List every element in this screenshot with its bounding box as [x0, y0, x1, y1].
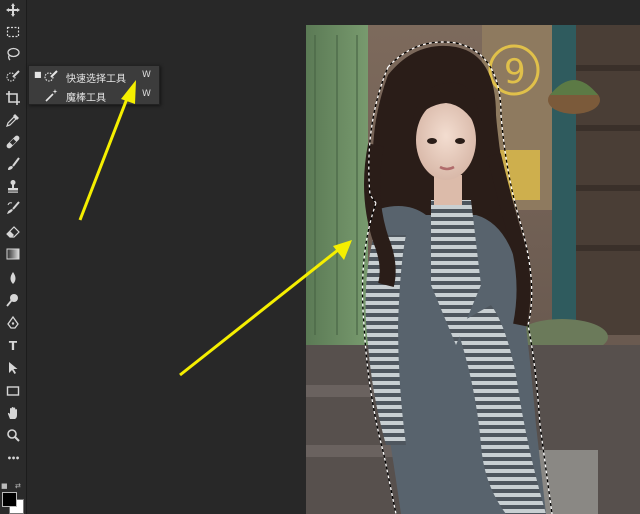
blur-tool[interactable] [3, 268, 23, 288]
eyedropper-tool[interactable] [3, 110, 23, 130]
rectangle-icon [6, 386, 20, 396]
marquee-tool[interactable] [3, 22, 23, 42]
ellipsis-icon: ••• [6, 453, 20, 463]
flyout-item-magic-wand[interactable]: 魔棒工具 W [29, 86, 159, 104]
move-tool[interactable] [3, 0, 23, 20]
eraser-tool[interactable] [3, 222, 23, 242]
zoom-tool[interactable] [3, 425, 23, 445]
history-brush-icon [7, 201, 20, 214]
arrow-cursor-icon [9, 362, 18, 374]
selected-bullet-icon: ■ [34, 70, 42, 79]
lasso-icon [7, 47, 20, 61]
quick-selection-icon [6, 70, 20, 82]
eyedropper-icon [6, 114, 19, 127]
clone-stamp-tool[interactable] [3, 176, 23, 196]
pen-icon [7, 316, 19, 329]
flyout-item-quick-selection[interactable]: ■ 快速选择工具 W [29, 67, 159, 85]
foreground-color-swatch[interactable] [2, 492, 17, 507]
more-tools[interactable]: ••• [3, 448, 23, 468]
flyout-item-shortcut: W [142, 89, 151, 99]
hand-tool[interactable] [3, 403, 23, 423]
bandage-icon [6, 135, 20, 149]
gradient-icon [6, 248, 20, 260]
default-colors-icon[interactable]: ■ [1, 482, 8, 490]
dodge-tool[interactable] [3, 290, 23, 310]
move-icon [6, 3, 20, 17]
color-swatches: ■ ⇄ [0, 482, 26, 514]
path-selection-tool[interactable] [3, 358, 23, 378]
type-tool[interactable]: T [3, 336, 23, 356]
quick-selection-icon [44, 70, 58, 82]
magic-wand-icon [45, 89, 58, 102]
lasso-tool[interactable] [3, 44, 23, 64]
document-canvas[interactable]: 9 [306, 25, 640, 514]
stamp-icon [8, 180, 18, 193]
type-icon: T [8, 339, 18, 353]
shape-tool[interactable] [3, 381, 23, 401]
tools-panel: T ••• ■ ⇄ [0, 0, 27, 514]
crop-tool[interactable] [3, 88, 23, 108]
brush-icon [8, 157, 20, 170]
healing-brush-tool[interactable] [3, 132, 23, 152]
gradient-tool[interactable] [3, 244, 23, 264]
svg-text:9: 9 [504, 52, 526, 92]
drop-icon [10, 272, 16, 284]
flyout-item-shortcut: W [142, 70, 151, 80]
quick-selection-tool[interactable] [3, 66, 23, 86]
brush-tool[interactable] [3, 154, 23, 174]
dodge-icon [6, 294, 18, 307]
zoom-icon [7, 429, 20, 442]
pen-tool[interactable] [3, 313, 23, 333]
eraser-icon [6, 226, 20, 238]
flyout-item-label: 快速选择工具 [66, 74, 126, 85]
flyout-item-label: 魔棒工具 [66, 93, 106, 104]
rect-marquee-icon [6, 26, 20, 38]
hand-icon [7, 407, 17, 419]
swap-colors-icon[interactable]: ⇄ [15, 482, 21, 490]
selection-tools-flyout: ■ 快速选择工具 W 魔棒工具 W [28, 65, 160, 105]
crop-icon [6, 91, 20, 105]
history-brush-tool[interactable] [3, 198, 23, 218]
photo-image: 9 [306, 25, 640, 514]
